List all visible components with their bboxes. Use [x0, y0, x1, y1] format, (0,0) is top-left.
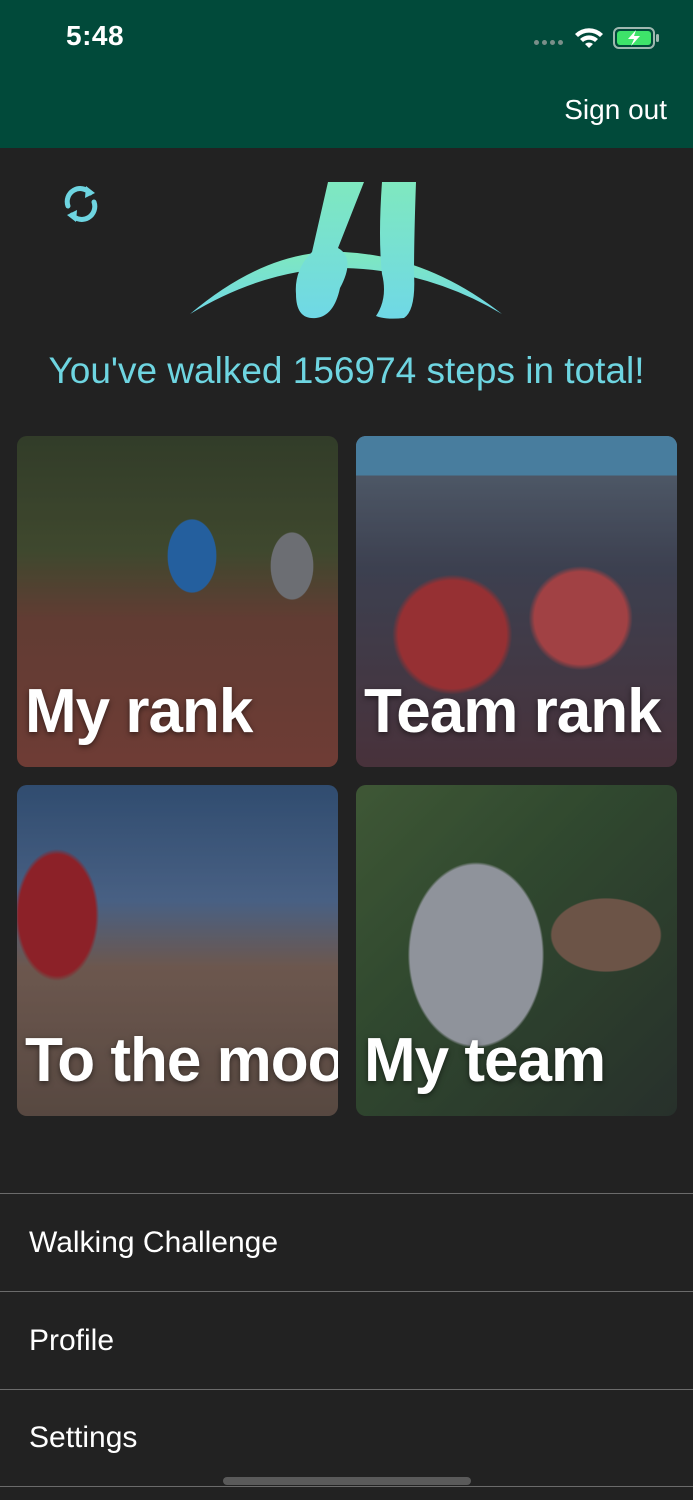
- tile-label: My team: [364, 1026, 606, 1095]
- wifi-icon: [575, 28, 603, 48]
- cellular-signal-icon: [534, 40, 563, 45]
- menu-item-settings[interactable]: Settings: [0, 1389, 693, 1487]
- my-team-tile[interactable]: My team: [356, 785, 677, 1116]
- app-screen: 5:48 Sign out You've walked 156974 steps…: [0, 0, 693, 1500]
- refresh-icon[interactable]: [60, 182, 102, 226]
- status-bar-time: 5:48: [66, 20, 125, 51]
- sign-out-button[interactable]: Sign out: [564, 94, 667, 126]
- tile-label: Team rank: [364, 677, 662, 746]
- app-header: 5:48 Sign out: [0, 0, 693, 148]
- menu-item-walking-challenge[interactable]: Walking Challenge: [0, 1193, 693, 1291]
- tile-label: My rank: [25, 677, 253, 746]
- tile-label: To the moon: [25, 1026, 338, 1095]
- total-steps-text: You've walked 156974 steps in total!: [48, 350, 645, 391]
- my-rank-tile[interactable]: My rank: [17, 436, 338, 767]
- battery-charging-icon: [613, 27, 659, 49]
- menu-item-profile[interactable]: Profile: [0, 1291, 693, 1389]
- bottom-menu: Walking Challenge Profile Settings: [0, 1193, 693, 1487]
- to-the-moon-tile[interactable]: To the moon: [17, 785, 338, 1116]
- app-logo: [190, 182, 502, 319]
- feature-tiles: My rank Team rank To the moon My team: [17, 436, 677, 1118]
- home-indicator[interactable]: [223, 1477, 471, 1485]
- team-rank-tile[interactable]: Team rank: [356, 436, 677, 767]
